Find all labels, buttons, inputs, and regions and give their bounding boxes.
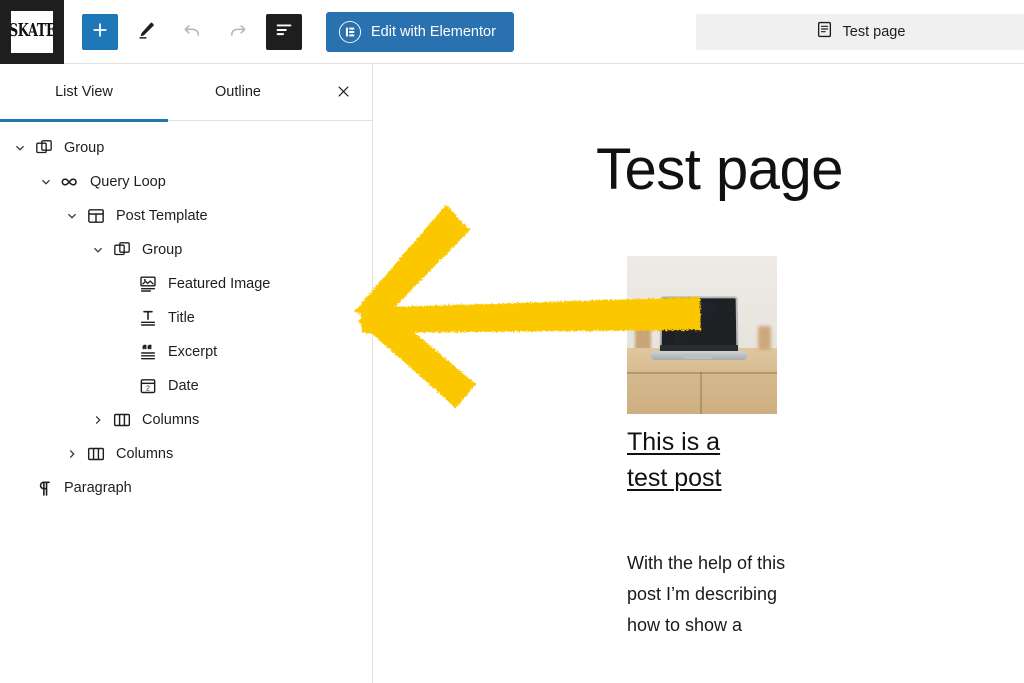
site-logo-text: SKATE: [11, 21, 53, 42]
post-title-link[interactable]: This is a test post: [627, 425, 777, 496]
date-icon: 2: [136, 374, 160, 398]
tab-list-view[interactable]: List View: [0, 64, 168, 122]
editor-top-bar: SKATE Edit with Elementor Test page: [0, 0, 1024, 64]
site-logo-plate: SKATE: [11, 10, 53, 53]
block-tree-item-featured-image[interactable]: Featured Image: [0, 267, 372, 301]
site-logo[interactable]: SKATE: [0, 0, 64, 64]
block-tree-item-group[interactable]: Group: [0, 233, 372, 267]
page-title[interactable]: Test page: [596, 139, 844, 201]
chevron-down-icon[interactable]: [60, 204, 84, 228]
image-desk-object-left: [635, 318, 651, 350]
editor-tools: Edit with Elementor: [64, 11, 514, 52]
list-view-tabs: List View Outline: [0, 64, 372, 122]
list-view-icon: [273, 19, 295, 44]
group-icon: [110, 238, 134, 262]
block-tree-item-label: Columns: [116, 446, 174, 462]
block-tree-item-label: Featured Image: [168, 276, 271, 292]
image-laptop-screen: [659, 296, 739, 353]
close-list-view-button[interactable]: [328, 78, 358, 108]
tab-outline[interactable]: Outline: [168, 64, 308, 121]
excerpt-icon: [136, 340, 160, 364]
post-title-line-1: This is a: [627, 428, 721, 456]
title-icon: [136, 306, 160, 330]
chevron-right-icon[interactable]: [86, 408, 110, 432]
block-tree-item-excerpt[interactable]: Excerpt: [0, 335, 372, 369]
wordpress-block-editor: SKATE Edit with Elementor Test page List…: [0, 0, 1024, 683]
image-desk-object-right: [758, 326, 771, 350]
block-tree-item-label: Title: [168, 310, 195, 326]
svg-text:2: 2: [146, 386, 150, 393]
close-icon: [335, 83, 352, 103]
group-icon: [32, 136, 56, 160]
post-template-icon: [84, 204, 108, 228]
query-loop-post-card: This is a test post: [627, 256, 777, 496]
query-loop-icon: [58, 170, 82, 194]
block-tree-item-label: Group: [142, 242, 183, 258]
block-tree-item-label: Group: [64, 140, 105, 156]
editor-canvas: Test page This is a test post With the h…: [374, 64, 1024, 683]
featured-image-icon: [136, 272, 160, 296]
chevron-down-icon[interactable]: [86, 238, 110, 262]
block-tree-item-post-template[interactable]: Post Template: [0, 199, 372, 233]
page-document-icon: [815, 20, 834, 44]
block-tree-item-label: Date: [168, 378, 199, 394]
elementor-logo-icon: [339, 20, 361, 43]
columns-icon: [84, 442, 108, 466]
redo-button[interactable]: [220, 14, 256, 50]
post-title-line-2: test post: [627, 463, 722, 492]
block-tree-item-label: Paragraph: [64, 480, 132, 496]
block-tree-item-group[interactable]: Group: [0, 131, 372, 165]
document-title-bar[interactable]: Test page: [696, 14, 1024, 50]
plus-icon: [90, 20, 110, 43]
featured-image-block[interactable]: [627, 256, 777, 414]
block-tree: Group Query Loop Post Template Group Feature…: [0, 121, 372, 505]
block-tree-item-columns[interactable]: Columns: [0, 403, 372, 437]
block-tree-item-date[interactable]: 2 Date: [0, 369, 372, 403]
redo-icon: [227, 19, 249, 44]
document-title: Test page: [842, 24, 906, 40]
image-laptop-trackpad: [684, 354, 712, 359]
chevron-down-icon[interactable]: [8, 136, 32, 160]
pencil-icon: [135, 19, 157, 44]
block-tree-item-paragraph[interactable]: Paragraph: [0, 471, 372, 505]
block-tree-item-label: Excerpt: [168, 344, 218, 360]
tools-pencil-button[interactable]: [128, 14, 164, 50]
post-excerpt[interactable]: With the help of this post I’m describin…: [627, 548, 787, 641]
block-tree-item-label: Columns: [142, 412, 200, 428]
block-tree-item-label: Query Loop: [90, 174, 166, 190]
chevron-down-icon[interactable]: [34, 170, 58, 194]
image-desk-drawers: [627, 370, 777, 414]
list-view-toggle[interactable]: [266, 13, 302, 50]
block-tree-item-query-loop[interactable]: Query Loop: [0, 165, 372, 199]
edit-with-elementor-label: Edit with Elementor: [371, 23, 496, 40]
undo-icon: [181, 19, 203, 44]
block-tree-item-label: Post Template: [116, 208, 208, 224]
paragraph-icon: [32, 476, 56, 500]
add-block-button[interactable]: [82, 13, 118, 50]
block-tree-item-title[interactable]: Title: [0, 301, 372, 335]
list-view-sidebar: List View Outline Group Query Loop Post Te…: [0, 64, 373, 683]
columns-icon: [110, 408, 134, 432]
undo-button[interactable]: [174, 14, 210, 50]
edit-with-elementor-button[interactable]: Edit with Elementor: [326, 11, 514, 52]
block-tree-item-columns[interactable]: Columns: [0, 437, 372, 471]
chevron-right-icon[interactable]: [60, 442, 84, 466]
